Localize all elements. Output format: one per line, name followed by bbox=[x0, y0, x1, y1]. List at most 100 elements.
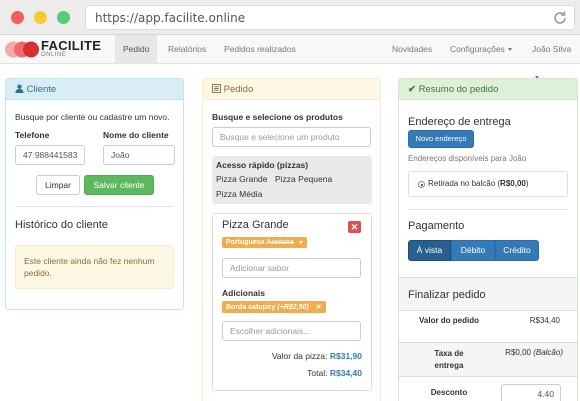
pagamento-a-vista-button[interactable]: À vista bbox=[408, 240, 451, 261]
nome-input[interactable]: João bbox=[103, 145, 175, 165]
pagamento-button-group: À vista Débito Crédito bbox=[408, 240, 539, 261]
minimize-window-button[interactable] bbox=[34, 11, 47, 24]
pedido-title: Pedido bbox=[223, 84, 254, 95]
close-window-button[interactable] bbox=[11, 11, 24, 24]
cliente-title: Cliente bbox=[26, 84, 57, 95]
sabor-name: Portuguesa bbox=[226, 239, 265, 246]
cliente-hint: Busque por cliente ou cadastre um novo. bbox=[15, 112, 170, 122]
retirada-option[interactable]: Retirada no balcão (R$0,00) bbox=[408, 171, 568, 197]
quick-pizza-grande[interactable]: Pizza Grande bbox=[216, 174, 268, 184]
quick-pizza-pequena[interactable]: Pizza Pequena bbox=[275, 174, 332, 184]
remove-adicional-icon[interactable]: ✕ bbox=[316, 304, 322, 311]
novo-endereco-button[interactable]: Novo endereço bbox=[408, 130, 474, 148]
check-icon: ✔ bbox=[408, 84, 416, 95]
total-row: Total: R$34,40 bbox=[307, 368, 362, 378]
cliente-panel: Cliente Busque por cliente ou cadastre u… bbox=[5, 78, 184, 310]
taxa-entrega-value: R$0,00 (Balcão) bbox=[505, 348, 563, 357]
finalizar-title: Finalizar pedido bbox=[408, 289, 486, 301]
cliente-panel-header: Cliente bbox=[6, 79, 183, 100]
nav-relatorios[interactable]: Relatórios bbox=[160, 35, 214, 63]
historico-empty-alert: Este cliente ainda não fez nenhum pedido… bbox=[15, 245, 174, 289]
adicionais-label: Adicionais bbox=[222, 288, 265, 298]
top-navbar: FACILITE ONLINE Pedido Relatórios Pedido… bbox=[0, 35, 580, 80]
brand-name: FACILITE bbox=[41, 38, 102, 53]
sabor-label: Portuguesa Azeitona bbox=[222, 237, 307, 248]
resumo-panel-header: ✔ Resumo do pedido bbox=[399, 79, 577, 100]
pedido-panel-header: Pedido bbox=[203, 79, 380, 100]
desconto-label: Desconto bbox=[430, 388, 468, 397]
acesso-rapido-well: Acesso rápido (pizzas) Pizza Grande Pizz… bbox=[212, 156, 372, 204]
total-value: R$34,40 bbox=[329, 368, 362, 378]
adicional-name: Borda catupiry bbox=[226, 304, 276, 311]
nav-configuracoes-label: Configurações bbox=[450, 44, 505, 54]
chevron-down-icon bbox=[298, 240, 303, 244]
valor-pedido-row: Valor do pedido R$34,40 bbox=[399, 310, 577, 342]
brand-subtitle: ONLINE bbox=[41, 52, 67, 58]
browser-chrome: https://app.facilite.online bbox=[0, 0, 580, 35]
telefone-input[interactable]: 47 988441583 bbox=[15, 145, 85, 165]
nav-configuracoes[interactable]: Configurações bbox=[442, 35, 520, 63]
endereco-title: Endereço de entrega bbox=[408, 116, 511, 128]
divider bbox=[408, 209, 568, 210]
pagamento-debito-button[interactable]: Débito bbox=[451, 240, 495, 261]
nav-pedido[interactable]: Pedido bbox=[115, 35, 158, 63]
nav-pedidos-realizados[interactable]: Pedidos realizados bbox=[216, 35, 304, 63]
adicional-tag[interactable]: Borda catupiry (+R$2,50) ✕ bbox=[222, 301, 326, 313]
pedido-item-card: Pizza Grande ✕ Portuguesa Azeitona Adici… bbox=[212, 213, 372, 391]
retirada-label: Retirada no balcão bbox=[428, 179, 496, 188]
brand: FACILITE ONLINE bbox=[41, 39, 101, 59]
facilite-logo-icon bbox=[5, 41, 39, 58]
user-icon bbox=[15, 84, 24, 93]
url-text: https://app.facilite.online bbox=[95, 11, 246, 25]
nome-label: Nome do cliente bbox=[103, 130, 169, 140]
quick-pizza-media[interactable]: Pizza Média bbox=[216, 189, 262, 199]
pedido-panel: Pedido Busque e selecione os produtos Bu… bbox=[202, 78, 381, 401]
refresh-icon[interactable] bbox=[551, 9, 569, 27]
retirada-text: Retirada no balcão (R$0,00) bbox=[428, 179, 529, 188]
divider bbox=[15, 206, 174, 207]
radio-selected-dot bbox=[420, 183, 423, 186]
valor-pizza: R$31,90 bbox=[329, 351, 362, 361]
taxa-entrega-label: Taxa de entrega bbox=[434, 349, 464, 370]
desconto-input[interactable]: 4.40 bbox=[501, 384, 561, 401]
valor-pedido-label: Valor do pedido bbox=[419, 316, 480, 325]
list-icon bbox=[212, 84, 221, 93]
nav-novidades[interactable]: Novidades bbox=[384, 35, 440, 63]
maximize-window-button[interactable] bbox=[57, 11, 70, 24]
pagamento-title: Pagamento bbox=[408, 220, 465, 232]
nav-user-menu[interactable]: João Silva bbox=[524, 35, 580, 80]
retirada-value: R$0,00 bbox=[500, 179, 526, 188]
item-name: Pizza Grande bbox=[222, 219, 289, 231]
salvar-cliente-button[interactable]: Salvar cliente bbox=[84, 175, 154, 195]
sabor-input[interactable]: Adicionar sabor bbox=[222, 258, 361, 278]
adicionais-input[interactable]: Escolher adicionais... bbox=[222, 321, 361, 341]
valor-pizza-label: Valor da pizza: bbox=[271, 351, 328, 361]
adicional-price: (+R$2,50) bbox=[277, 304, 309, 311]
resumo-panel: ✔ Resumo do pedido Endereço de entrega N… bbox=[398, 78, 578, 401]
produto-search-input[interactable]: Busque e selecione um produto bbox=[212, 127, 371, 147]
enderecos-hint: Endereços disponíveis para João bbox=[408, 154, 527, 163]
sabor-tag[interactable]: Portuguesa Azeitona bbox=[222, 236, 307, 248]
remove-item-button[interactable]: ✕ bbox=[348, 221, 361, 233]
resumo-title: Resumo do pedido bbox=[418, 84, 499, 95]
historico-title: Histórico do cliente bbox=[15, 219, 108, 231]
valor-pedido: R$34,40 bbox=[529, 316, 560, 325]
acesso-rapido-title: Acesso rápido (pizzas) bbox=[216, 160, 309, 170]
total-label: Total: bbox=[307, 368, 328, 378]
user-name: João Silva bbox=[532, 44, 572, 54]
limpar-button[interactable]: Limpar bbox=[36, 175, 80, 195]
address-bar[interactable]: https://app.facilite.online bbox=[85, 5, 575, 30]
sabor-removed: Azeitona bbox=[266, 239, 294, 246]
telefone-label: Telefone bbox=[15, 130, 50, 140]
adicional-label: Borda catupiry (+R$2,50) ✕ bbox=[222, 301, 326, 313]
taxa-note: (Balcão) bbox=[533, 348, 563, 357]
taxa-entrega-row: Taxa de entrega R$0,00 (Balcão) bbox=[399, 342, 577, 376]
desconto-row: Desconto 4.40 bbox=[399, 376, 577, 401]
radio-button[interactable] bbox=[418, 181, 425, 188]
chevron-down-icon bbox=[507, 48, 512, 52]
taxa-entrega: R$0,00 bbox=[505, 348, 531, 357]
pagamento-credito-button[interactable]: Crédito bbox=[495, 240, 539, 261]
valor-pizza-row: Valor da pizza: R$31,90 bbox=[272, 351, 362, 361]
finalizar-section: Finalizar pedido Valor do pedido R$34,40… bbox=[399, 277, 577, 401]
busca-label: Busque e selecione os produtos bbox=[212, 112, 343, 122]
